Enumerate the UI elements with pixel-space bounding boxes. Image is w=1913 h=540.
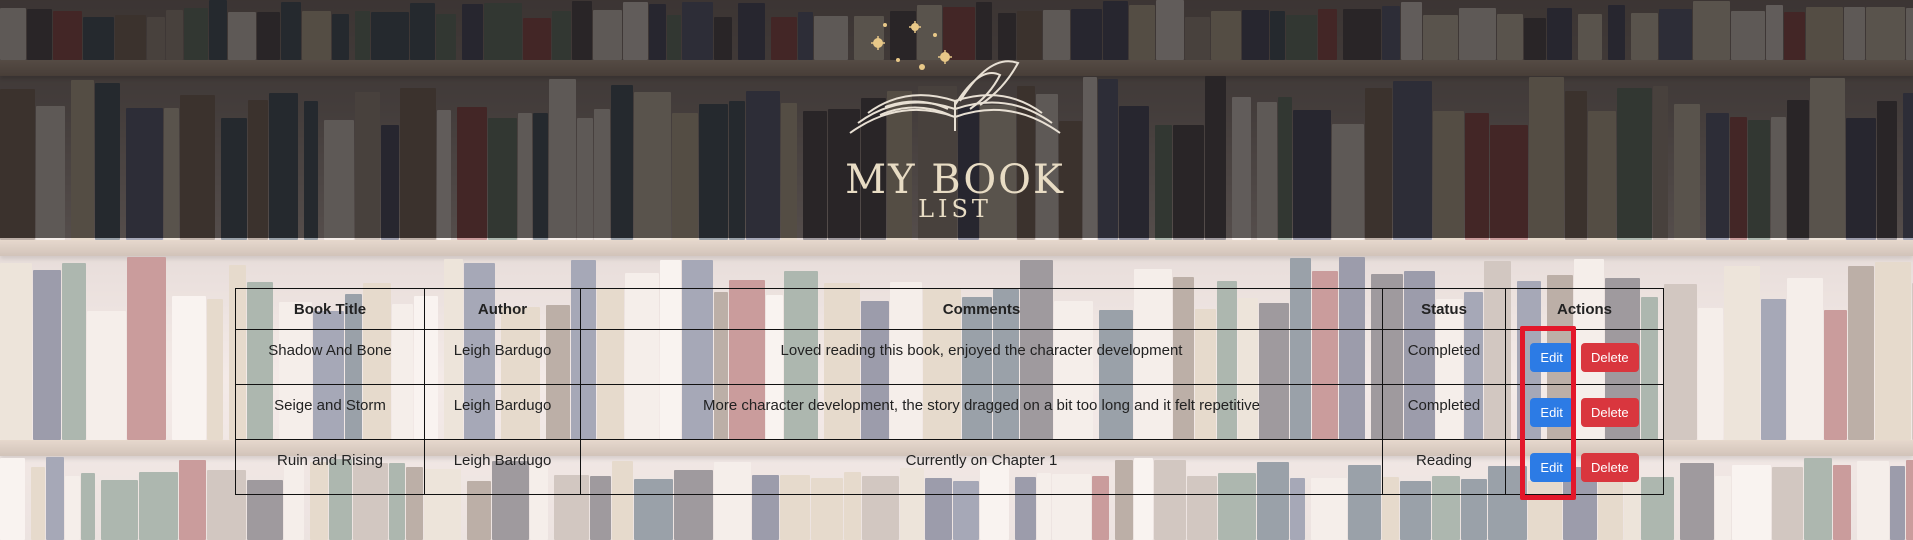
delete-button[interactable]: Delete [1581, 342, 1639, 372]
table-row: Shadow And Bone Leigh Bardugo Loved read… [235, 329, 1664, 385]
book-title-cell: Seige and Storm [235, 384, 425, 440]
column-header-author: Author [424, 288, 581, 330]
actions-cell: Edit Delete [1505, 439, 1664, 495]
comments-cell: Loved reading this book, enjoyed the cha… [580, 329, 1383, 385]
table-row: Seige and Storm Leigh Bardugo More chara… [235, 384, 1664, 440]
column-header-status: Status [1382, 288, 1506, 330]
author-cell: Leigh Bardugo [424, 439, 581, 495]
logo-subtitle: LIST [918, 195, 992, 223]
comments-cell: More character development, the story dr… [580, 384, 1383, 440]
status-cell: Reading [1382, 439, 1506, 495]
actions-cell: Edit Delete [1505, 329, 1664, 385]
author-cell: Leigh Bardugo [424, 329, 581, 385]
open-book-icon [849, 21, 1061, 134]
edit-button[interactable]: Edit [1530, 397, 1573, 427]
delete-button[interactable]: Delete [1581, 397, 1639, 427]
edit-button[interactable]: Edit [1530, 452, 1573, 482]
column-header-comments: Comments [580, 288, 1383, 330]
comments-cell: Currently on Chapter 1 [580, 439, 1383, 495]
delete-button[interactable]: Delete [1581, 452, 1639, 482]
book-title-cell: Ruin and Rising [235, 439, 425, 495]
site-logo[interactable]: MY BOOK LIST [840, 5, 1070, 225]
author-cell: Leigh Bardugo [424, 384, 581, 440]
edit-button[interactable]: Edit [1530, 342, 1573, 372]
table-header-row: Book Title Author Comments Status Action… [235, 288, 1664, 330]
book-list-table: Book Title Author Comments Status Action… [235, 288, 1664, 495]
book-title-cell: Shadow And Bone [235, 329, 425, 385]
column-header-actions: Actions [1505, 288, 1664, 330]
status-cell: Completed [1382, 384, 1506, 440]
actions-cell: Edit Delete [1505, 384, 1664, 440]
status-cell: Completed [1382, 329, 1506, 385]
column-header-book-title: Book Title [235, 288, 425, 330]
table-row: Ruin and Rising Leigh Bardugo Currently … [235, 439, 1664, 495]
